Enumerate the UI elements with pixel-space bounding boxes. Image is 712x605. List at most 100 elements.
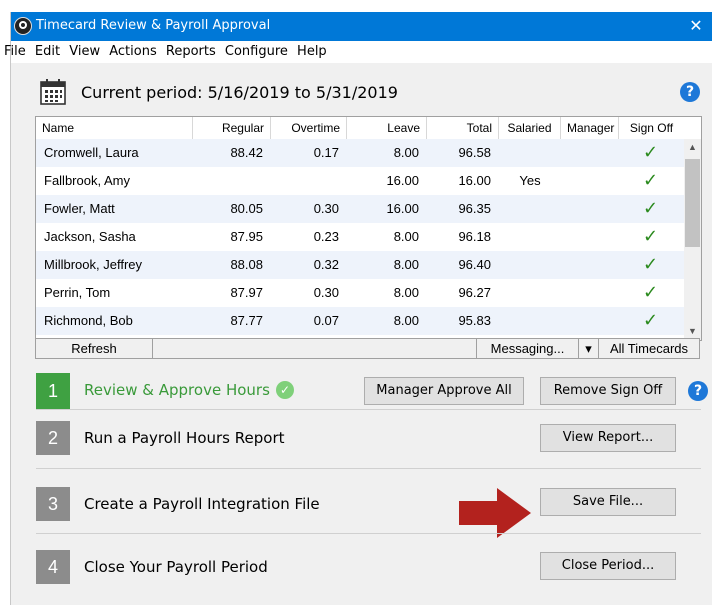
close-period-button[interactable]: Close Period...	[540, 552, 676, 580]
cell-manager	[561, 167, 619, 195]
cell-total: 96.18	[458, 229, 491, 244]
table-row[interactable]: Jackson, Sasha 87.95 0.23 8.00 96.18 ✓	[36, 223, 684, 251]
cell-regular: 88.42	[230, 145, 263, 160]
table-row[interactable]: Perrin, Tom 87.97 0.30 8.00 96.27 ✓	[36, 279, 684, 307]
app-window: Timecard Review & Payroll Approval ✕ Fil…	[4, 12, 712, 605]
calendar-icon	[40, 79, 66, 105]
cell-leave: 16.00	[386, 173, 419, 188]
col-salaried[interactable]: Salaried	[499, 117, 561, 139]
table-row[interactable]: Millbrook, Jeffrey 88.08 0.32 8.00 96.40…	[36, 251, 684, 279]
grid-toolbar-spacer	[153, 339, 477, 358]
cell-manager	[561, 223, 619, 251]
step-payroll-report: 2 Run a Payroll Hours Report View Report…	[11, 412, 712, 468]
menu-file[interactable]: File	[4, 41, 26, 59]
sign-off-check-icon[interactable]: ✓	[643, 170, 658, 191]
scrollbar-thumb[interactable]	[685, 159, 700, 247]
divider	[36, 409, 701, 410]
cell-salaried	[499, 307, 561, 335]
cell-regular: 87.95	[230, 229, 263, 244]
messaging-dropdown-icon[interactable]: ▾	[579, 339, 599, 358]
sign-off-check-icon[interactable]: ✓	[643, 254, 658, 275]
vertical-scrollbar[interactable]: ▲ ▼	[684, 139, 701, 340]
sign-off-check-icon[interactable]: ✓	[643, 142, 658, 163]
cell-total: 96.27	[458, 285, 491, 300]
menu-bar: File Edit View Actions Reports Configure…	[4, 41, 712, 63]
cell-salaried: Yes	[519, 173, 541, 188]
help-icon[interactable]: ?	[680, 82, 700, 102]
step-label: Run a Payroll Hours Report	[84, 429, 285, 447]
cell-leave: 8.00	[393, 313, 419, 328]
sign-off-check-icon[interactable]: ✓	[643, 226, 658, 247]
cell-name: Fallbrook, Amy	[44, 173, 130, 188]
window-title: Timecard Review & Payroll Approval	[36, 18, 271, 33]
divider	[36, 533, 701, 534]
step-label: Create a Payroll Integration File	[84, 495, 320, 513]
step-number: 1	[36, 373, 70, 409]
scroll-up-icon[interactable]: ▲	[684, 139, 701, 156]
step-label: Review & Approve Hours	[84, 381, 270, 399]
cell-manager	[561, 279, 619, 307]
col-overtime[interactable]: Overtime	[271, 117, 347, 139]
col-leave[interactable]: Leave	[347, 117, 427, 139]
table-row[interactable]: Fallbrook, Amy 16.00 16.00 Yes ✓	[36, 167, 684, 195]
table-row[interactable]: Richmond, Bob 87.77 0.07 8.00 95.83 ✓	[36, 307, 684, 335]
cell-name: Richmond, Bob	[44, 313, 133, 328]
cell-overtime: 0.30	[313, 285, 339, 300]
cell-leave: 8.00	[393, 229, 419, 244]
menu-help[interactable]: Help	[297, 41, 327, 59]
cell-regular: 87.77	[230, 313, 263, 328]
step-number: 4	[36, 550, 70, 584]
cell-name: Cromwell, Laura	[44, 145, 139, 160]
cell-total: 96.58	[458, 145, 491, 160]
cell-regular: 88.08	[230, 257, 263, 272]
menu-reports[interactable]: Reports	[166, 41, 216, 59]
sign-off-check-icon[interactable]: ✓	[643, 282, 658, 303]
step-close-period: 4 Close Your Payroll Period Close Period…	[11, 536, 712, 596]
manager-approve-all-button[interactable]: Manager Approve All	[364, 377, 524, 405]
refresh-button[interactable]: Refresh	[36, 339, 153, 358]
view-report-button[interactable]: View Report...	[540, 424, 676, 452]
cell-name: Fowler, Matt	[44, 201, 115, 216]
cell-leave: 16.00	[386, 201, 419, 216]
remove-sign-off-button[interactable]: Remove Sign Off	[540, 377, 676, 405]
cell-total: 96.35	[458, 201, 491, 216]
menu-view[interactable]: View	[69, 41, 100, 59]
title-bar[interactable]: Timecard Review & Payroll Approval ✕	[11, 12, 712, 41]
sign-off-check-icon[interactable]: ✓	[643, 310, 658, 331]
cell-leave: 8.00	[393, 257, 419, 272]
col-total[interactable]: Total	[427, 117, 499, 139]
cell-overtime: 0.23	[313, 229, 339, 244]
cell-regular: 80.05	[230, 201, 263, 216]
step-integration-file: 3 Create a Payroll Integration File Save…	[11, 471, 712, 535]
close-icon[interactable]: ✕	[679, 12, 712, 41]
col-name[interactable]: Name	[36, 117, 193, 139]
step-number: 2	[36, 421, 70, 455]
cell-total: 95.83	[458, 313, 491, 328]
completed-check-icon: ✓	[276, 381, 294, 399]
messaging-button[interactable]: Messaging...	[477, 339, 579, 358]
cell-overtime: 0.30	[313, 201, 339, 216]
cell-leave: 8.00	[393, 145, 419, 160]
cell-name: Jackson, Sasha	[44, 229, 136, 244]
menu-actions[interactable]: Actions	[109, 41, 157, 59]
all-timecards-button[interactable]: All Timecards	[599, 339, 699, 358]
save-file-button[interactable]: Save File...	[540, 488, 676, 516]
menu-configure[interactable]: Configure	[225, 41, 288, 59]
cell-manager	[561, 139, 619, 167]
messaging-label: Messaging...	[490, 341, 565, 356]
cell-overtime: 0.07	[313, 313, 339, 328]
cell-manager	[561, 195, 619, 223]
table-row[interactable]: Cromwell, Laura 88.42 0.17 8.00 96.58 ✓	[36, 139, 684, 167]
menu-edit[interactable]: Edit	[35, 41, 60, 59]
timecard-grid: Name Regular Overtime Leave Total Salari…	[35, 116, 702, 341]
col-regular[interactable]: Regular	[193, 117, 271, 139]
sign-off-check-icon[interactable]: ✓	[643, 198, 658, 219]
table-row[interactable]: Fowler, Matt 80.05 0.30 16.00 96.35 ✓	[36, 195, 684, 223]
help-icon[interactable]: ?	[688, 381, 708, 401]
grid-toolbar: Refresh Messaging... ▾ All Timecards	[35, 338, 700, 359]
period-label: Current period: 5/16/2019 to 5/31/2019	[81, 83, 398, 102]
col-manager[interactable]: Manager	[561, 117, 619, 139]
cell-salaried	[499, 279, 561, 307]
col-sign-off[interactable]: Sign Off	[619, 117, 684, 139]
step-number: 3	[36, 487, 70, 521]
